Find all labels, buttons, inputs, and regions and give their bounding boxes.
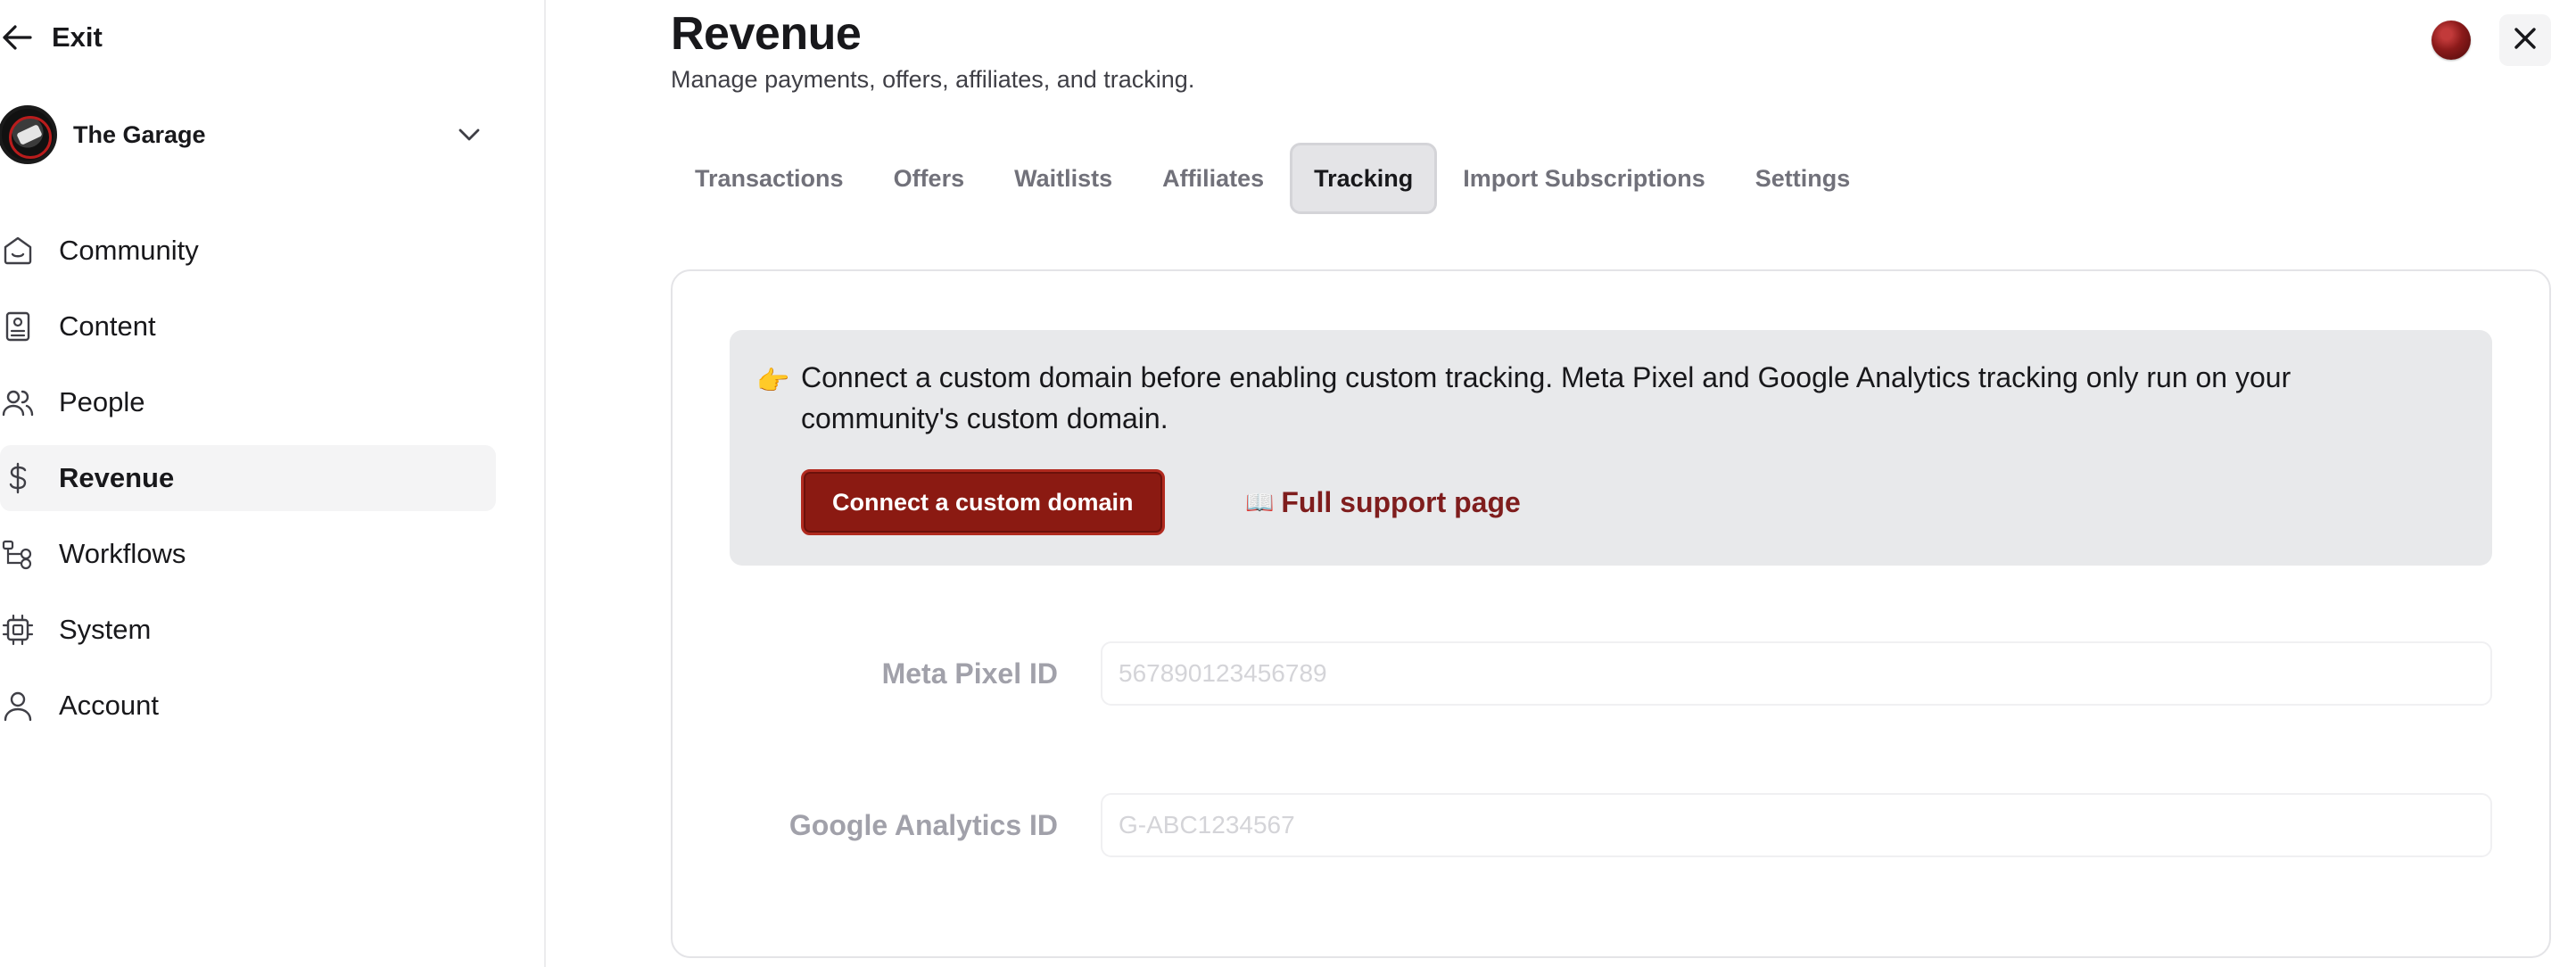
tab-offers[interactable]: Offers (870, 143, 989, 214)
top-actions (2432, 14, 2551, 66)
tab-affiliates[interactable]: Affiliates (1138, 143, 1288, 214)
user-icon (0, 688, 36, 723)
sidebar-item-content[interactable]: Content (0, 293, 496, 360)
sidebar-item-community[interactable]: Community (0, 218, 496, 284)
sidebar-item-workflows[interactable]: Workflows (0, 521, 496, 587)
google-analytics-label: Google Analytics ID (788, 808, 1058, 841)
tab-tracking[interactable]: Tracking (1290, 143, 1438, 214)
sidebar-item-label: Revenue (59, 462, 175, 493)
support-link-label: Full support page (1281, 485, 1521, 518)
tab-import-subscriptions[interactable]: Import Subscriptions (1439, 143, 1730, 214)
people-icon (0, 384, 36, 420)
connect-custom-domain-button[interactable]: Connect a custom domain (801, 469, 1165, 535)
full-support-page-link[interactable]: 📖 Full support page (1245, 469, 1521, 535)
close-icon (2513, 26, 2538, 55)
sidebar-item-system[interactable]: System (0, 597, 496, 663)
page-title: Revenue (671, 8, 862, 60)
exit-label: Exit (52, 21, 103, 53)
sidebar-item-label: People (59, 386, 145, 417)
sidebar-item-label: System (59, 614, 152, 645)
sidebar-item-people[interactable]: People (0, 369, 496, 435)
dollar-icon (0, 460, 36, 496)
custom-domain-notice: 👉 Connect a custom domain before enablin… (730, 330, 2492, 566)
chip-icon (0, 612, 36, 648)
community-switcher[interactable]: The Garage (0, 100, 496, 169)
home-icon (0, 233, 36, 269)
sidebar-nav: Community Content People Revenue Workflo… (0, 218, 496, 748)
sidebar-item-label: Community (59, 235, 199, 266)
tracking-card: 👉 Connect a custom domain before enablin… (671, 269, 2551, 958)
workflow-icon (0, 536, 36, 572)
tab-transactions[interactable]: Transactions (671, 143, 868, 214)
meta-pixel-row: Meta Pixel ID (730, 639, 2492, 708)
sidebar-item-label: Content (59, 310, 156, 342)
community-avatar (0, 105, 57, 164)
arrow-left-icon (0, 21, 34, 54)
revenue-tabs: Transactions Offers Waitlists Affiliates… (671, 143, 1874, 214)
notice-text: Connect a custom domain before enabling … (801, 361, 2291, 434)
meta-pixel-label: Meta Pixel ID (881, 657, 1058, 690)
book-icon: 📖 (1245, 488, 1275, 516)
sidebar-item-label: Workflows (59, 538, 186, 569)
sidebar-item-revenue[interactable]: Revenue (0, 445, 496, 511)
chevron-down-icon (451, 117, 487, 153)
tab-waitlists[interactable]: Waitlists (990, 143, 1136, 214)
tab-settings[interactable]: Settings (1731, 143, 1875, 214)
sidebar-item-label: Account (59, 690, 160, 721)
content-icon (0, 309, 36, 344)
sidebar: Exit The Garage Community Content People (0, 0, 546, 967)
pointing-hand-icon: 👉 (756, 367, 790, 396)
user-avatar[interactable] (2432, 21, 2471, 60)
exit-button[interactable]: Exit (0, 16, 103, 59)
close-button[interactable] (2499, 14, 2551, 66)
community-name: The Garage (73, 120, 206, 148)
google-analytics-input[interactable] (1101, 793, 2492, 857)
sidebar-item-account[interactable]: Account (0, 673, 496, 739)
google-analytics-row: Google Analytics ID (730, 790, 2492, 860)
meta-pixel-input[interactable] (1101, 641, 2492, 706)
page-subtitle: Manage payments, offers, affiliates, and… (671, 66, 1195, 93)
